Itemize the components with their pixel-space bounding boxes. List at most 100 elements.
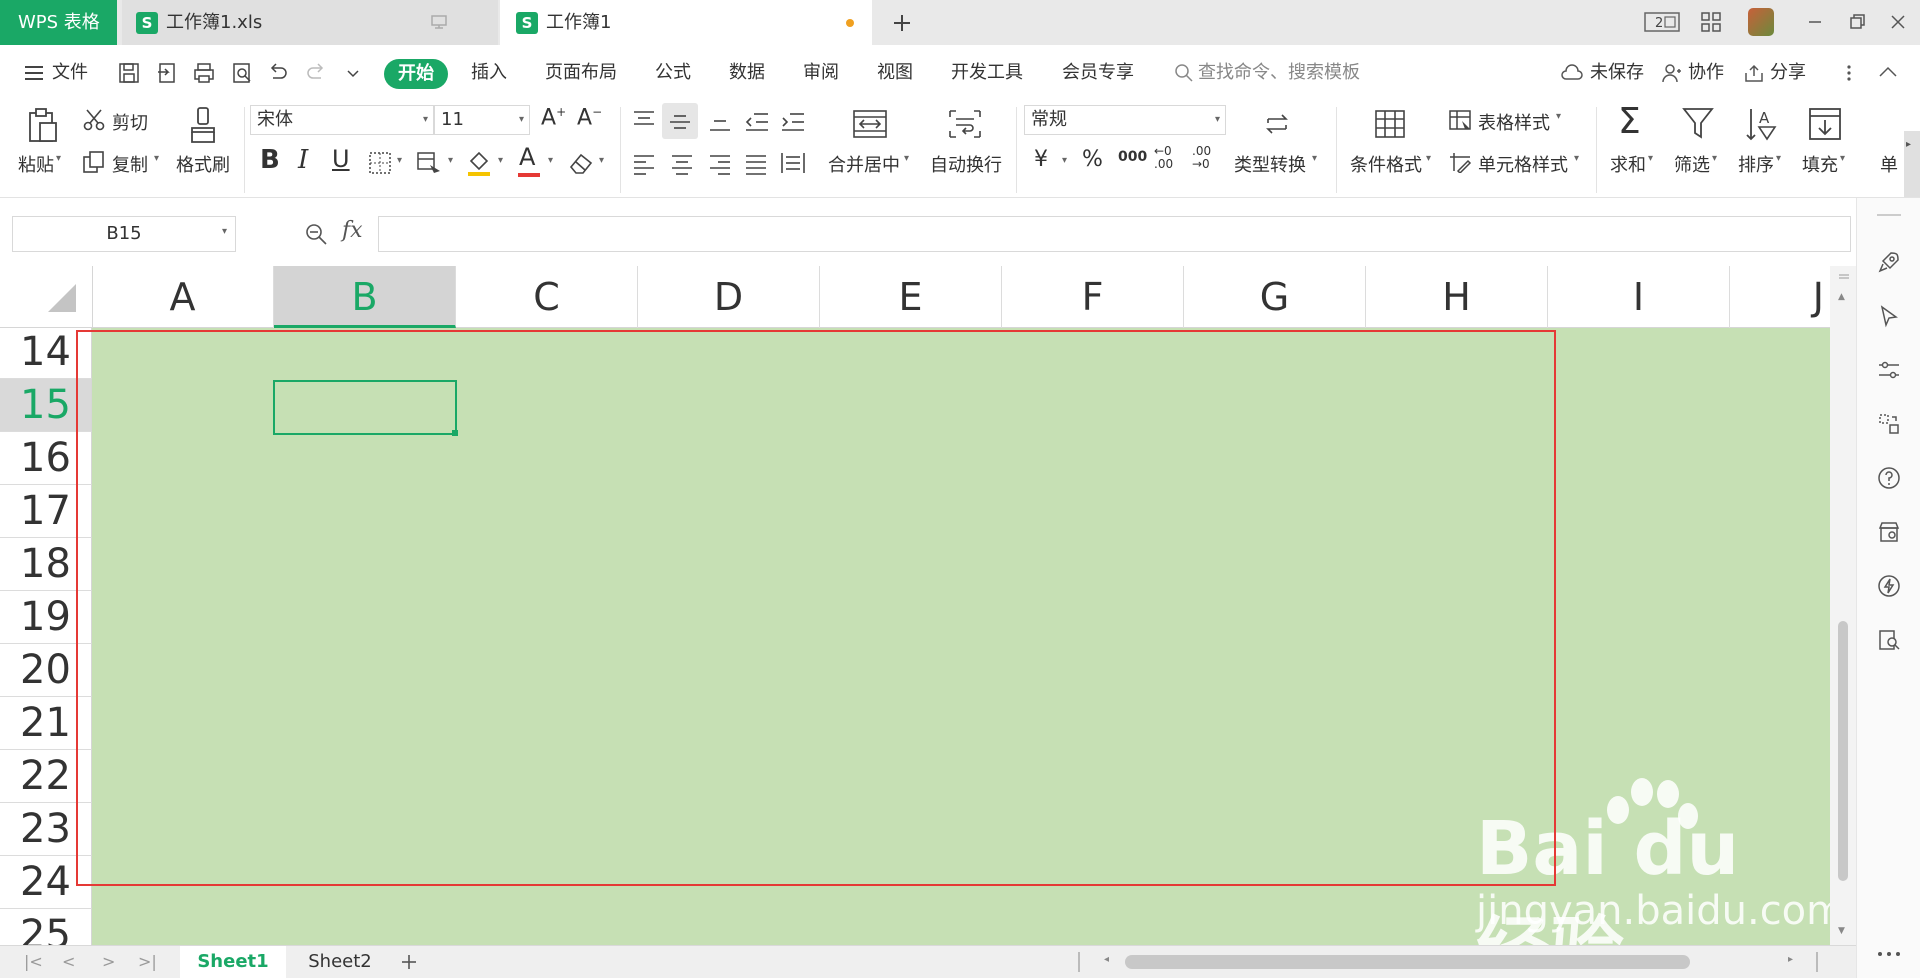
collaborate-icon[interactable] bbox=[1662, 63, 1682, 83]
eraser-dropdown-icon[interactable]: ▾ bbox=[599, 155, 604, 166]
store-icon[interactable] bbox=[1877, 520, 1901, 544]
eraser-icon[interactable] bbox=[568, 151, 594, 175]
print-preview-icon[interactable] bbox=[231, 62, 253, 84]
column-header-g[interactable]: G bbox=[1184, 266, 1366, 328]
fill-color-dropdown-icon[interactable]: ▾ bbox=[498, 155, 503, 166]
percent-icon[interactable]: % bbox=[1082, 147, 1103, 172]
row-header-25[interactable]: 25 bbox=[0, 909, 92, 945]
type-convert-button[interactable]: 类型转换 bbox=[1234, 151, 1306, 177]
cell-style-button[interactable]: 单元格样式 bbox=[1478, 151, 1568, 177]
horizontal-scroll-thumb[interactable] bbox=[1125, 955, 1690, 969]
font-color-icon[interactable]: A bbox=[519, 143, 535, 171]
row-header-15[interactable]: 15 bbox=[0, 379, 92, 432]
name-box[interactable]: B15 bbox=[12, 216, 236, 252]
row-header-24[interactable]: 24 bbox=[0, 856, 92, 909]
row-header-19[interactable]: 19 bbox=[0, 591, 92, 644]
cut-button[interactable]: 剪切 bbox=[112, 109, 148, 135]
prev-sheet-icon[interactable]: < bbox=[62, 952, 75, 971]
hamburger-menu-icon[interactable] bbox=[24, 64, 44, 82]
new-tab-plus-icon[interactable] bbox=[891, 12, 913, 34]
cell-style-icon[interactable] bbox=[1448, 151, 1472, 173]
hscroll-split-handle[interactable] bbox=[1816, 952, 1818, 972]
lightning-icon[interactable] bbox=[1877, 574, 1901, 598]
decrease-decimal-icon[interactable]: .00 →0 bbox=[1192, 145, 1211, 171]
column-header-f[interactable]: F bbox=[1002, 266, 1184, 328]
close-icon[interactable] bbox=[1889, 13, 1907, 31]
tab-start[interactable]: 开始 bbox=[384, 59, 448, 89]
filter-button[interactable]: 筛选 bbox=[1674, 151, 1710, 177]
type-convert-icon[interactable] bbox=[1262, 109, 1292, 139]
row-header-16[interactable]: 16 bbox=[0, 432, 92, 485]
align-top-icon[interactable] bbox=[632, 109, 656, 131]
scroll-down-icon[interactable]: ▼ bbox=[1838, 926, 1845, 936]
share-button[interactable]: 分享 bbox=[1770, 45, 1806, 101]
row-header-21[interactable]: 21 bbox=[0, 697, 92, 750]
more-horizontal-icon[interactable] bbox=[1877, 950, 1901, 958]
single-row-button[interactable]: 单 bbox=[1880, 151, 1898, 177]
currency-dropdown-icon[interactable]: ▾ bbox=[1062, 155, 1067, 166]
copy-button[interactable]: 复制 bbox=[112, 151, 148, 177]
increase-decimal-icon[interactable]: ←0.00 bbox=[1154, 145, 1173, 171]
column-header-h[interactable]: H bbox=[1366, 266, 1548, 328]
justify-icon[interactable] bbox=[744, 153, 768, 175]
doc-tab-xls[interactable]: S 工作簿1.xls bbox=[122, 0, 498, 45]
print-icon[interactable] bbox=[193, 62, 215, 84]
conditional-format-button[interactable]: 条件格式 bbox=[1350, 151, 1422, 177]
collapse-ribbon-icon[interactable] bbox=[1878, 65, 1898, 79]
decrease-indent-icon[interactable] bbox=[744, 111, 770, 133]
scissors-icon[interactable] bbox=[82, 108, 106, 132]
copy-icon[interactable] bbox=[82, 150, 106, 174]
column-header-j[interactable]: J bbox=[1730, 266, 1830, 328]
quick-access-dropdown-icon[interactable] bbox=[346, 67, 360, 79]
align-center-icon[interactable] bbox=[670, 153, 694, 175]
align-left-icon[interactable] bbox=[632, 153, 656, 175]
select-all-icon[interactable] bbox=[46, 282, 78, 314]
monitor-icon[interactable] bbox=[430, 14, 448, 30]
currency-icon[interactable]: ¥ bbox=[1034, 147, 1048, 172]
align-bottom-icon[interactable] bbox=[708, 111, 732, 133]
increase-indent-icon[interactable] bbox=[780, 111, 806, 133]
sort-button[interactable]: 排序 bbox=[1738, 151, 1774, 177]
collaborate-button[interactable]: 协作 bbox=[1688, 45, 1724, 101]
vertical-scroll-thumb[interactable] bbox=[1838, 621, 1848, 881]
row-header-22[interactable]: 22 bbox=[0, 750, 92, 803]
more-vertical-icon[interactable] bbox=[1844, 63, 1854, 83]
font-size-select[interactable]: 11 ▾ bbox=[434, 105, 530, 135]
format-painter-button[interactable]: 格式刷 bbox=[176, 151, 230, 177]
book-search-icon[interactable] bbox=[1877, 628, 1901, 652]
tab-formulas[interactable]: 公式 bbox=[655, 45, 691, 101]
fill-color-icon[interactable] bbox=[466, 149, 492, 177]
first-sheet-icon[interactable]: |< bbox=[24, 952, 43, 971]
row-header-17[interactable]: 17 bbox=[0, 485, 92, 538]
align-middle-icon[interactable] bbox=[668, 111, 692, 133]
help-icon[interactable] bbox=[1877, 466, 1901, 490]
wrap-text-button[interactable]: 自动换行 bbox=[930, 151, 1002, 177]
restore-icon[interactable] bbox=[1848, 13, 1866, 31]
tab-page-layout[interactable]: 页面布局 bbox=[545, 45, 617, 101]
tab-insert[interactable]: 插入 bbox=[471, 45, 507, 101]
wps-home-tab[interactable]: WPS 表格 bbox=[0, 0, 117, 45]
column-header-d[interactable]: D bbox=[638, 266, 820, 328]
add-sheet-icon[interactable] bbox=[400, 953, 418, 971]
decrease-font-icon[interactable]: A− bbox=[577, 105, 602, 130]
fill-down-icon[interactable] bbox=[1808, 107, 1842, 141]
undo-icon[interactable] bbox=[267, 62, 289, 84]
cell-grid[interactable]: Bai du 经验 jingyan.baidu.com bbox=[92, 328, 1830, 945]
merge-center-button[interactable]: 合并居中 bbox=[828, 151, 900, 177]
table-style-icon[interactable] bbox=[1448, 109, 1472, 131]
column-header-a[interactable]: A bbox=[92, 266, 274, 328]
fill-button[interactable]: 填充 bbox=[1802, 151, 1838, 177]
scroll-split-icon[interactable] bbox=[1838, 272, 1850, 284]
unsaved-status[interactable]: 未保存 bbox=[1590, 45, 1644, 101]
sum-button[interactable]: 求和 bbox=[1610, 151, 1646, 177]
wrap-text-icon[interactable] bbox=[948, 109, 982, 139]
zoom-formula-icon[interactable] bbox=[304, 222, 328, 246]
column-header-i[interactable]: I bbox=[1548, 266, 1730, 328]
save-icon[interactable] bbox=[118, 62, 140, 84]
column-header-b[interactable]: B bbox=[274, 266, 456, 328]
active-cell-b15[interactable] bbox=[273, 380, 457, 435]
column-header-e[interactable]: E bbox=[820, 266, 1002, 328]
number-format-select[interactable]: 常规 ▾ bbox=[1024, 105, 1226, 135]
conditional-format-icon[interactable] bbox=[1374, 109, 1406, 139]
table-style-dropdown-icon[interactable]: ▾ bbox=[1556, 111, 1561, 122]
